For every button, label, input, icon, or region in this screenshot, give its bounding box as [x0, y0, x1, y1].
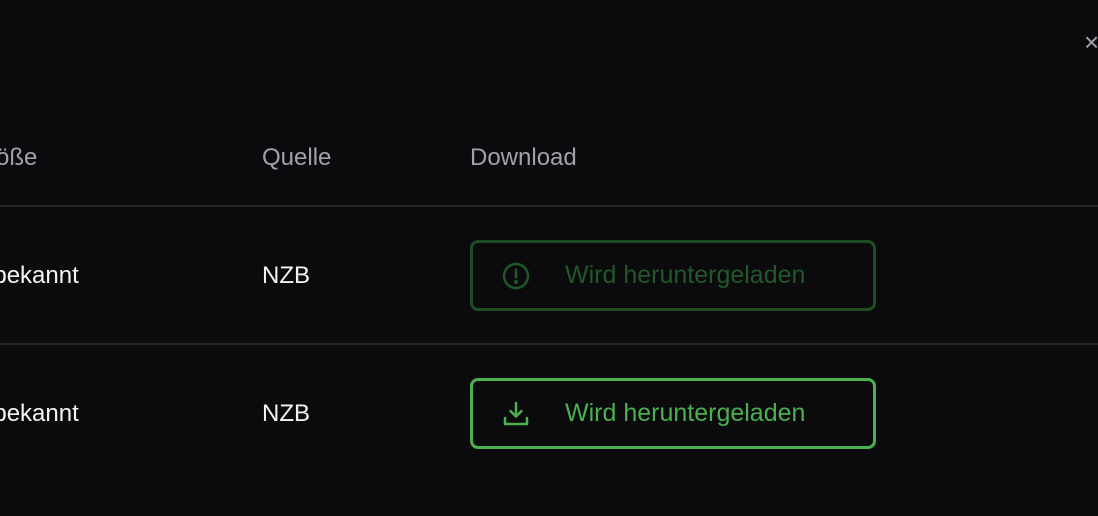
column-header-download: Download	[470, 144, 577, 171]
column-header-source: Quelle	[262, 144, 332, 171]
header-divider	[0, 205, 1098, 207]
download-button-label: Wird heruntergeladen	[565, 261, 806, 289]
close-button[interactable]: ×	[1084, 28, 1098, 56]
close-icon: ×	[1084, 27, 1098, 57]
source-cell: NZB	[262, 262, 310, 289]
download-dialog: n × röße Quelle Download nbekannt NZB Wi…	[0, 0, 1098, 516]
download-button-disabled[interactable]: Wird heruntergeladen	[470, 240, 876, 311]
source-cell: NZB	[262, 400, 310, 427]
size-cell: nbekannt	[0, 400, 79, 427]
download-button[interactable]: Wird heruntergeladen	[470, 378, 876, 449]
download-button-label: Wird heruntergeladen	[565, 399, 806, 427]
size-cell: nbekannt	[0, 262, 79, 289]
row-divider	[0, 343, 1098, 345]
table-row: nbekannt NZB Wird heruntergeladen	[0, 378, 1098, 449]
table-header: röße Quelle Download	[0, 140, 1098, 180]
download-icon	[501, 399, 531, 429]
alert-circle-icon	[501, 261, 531, 291]
table-row: nbekannt NZB Wird heruntergeladen	[0, 240, 1098, 311]
column-header-size: röße	[0, 144, 38, 171]
